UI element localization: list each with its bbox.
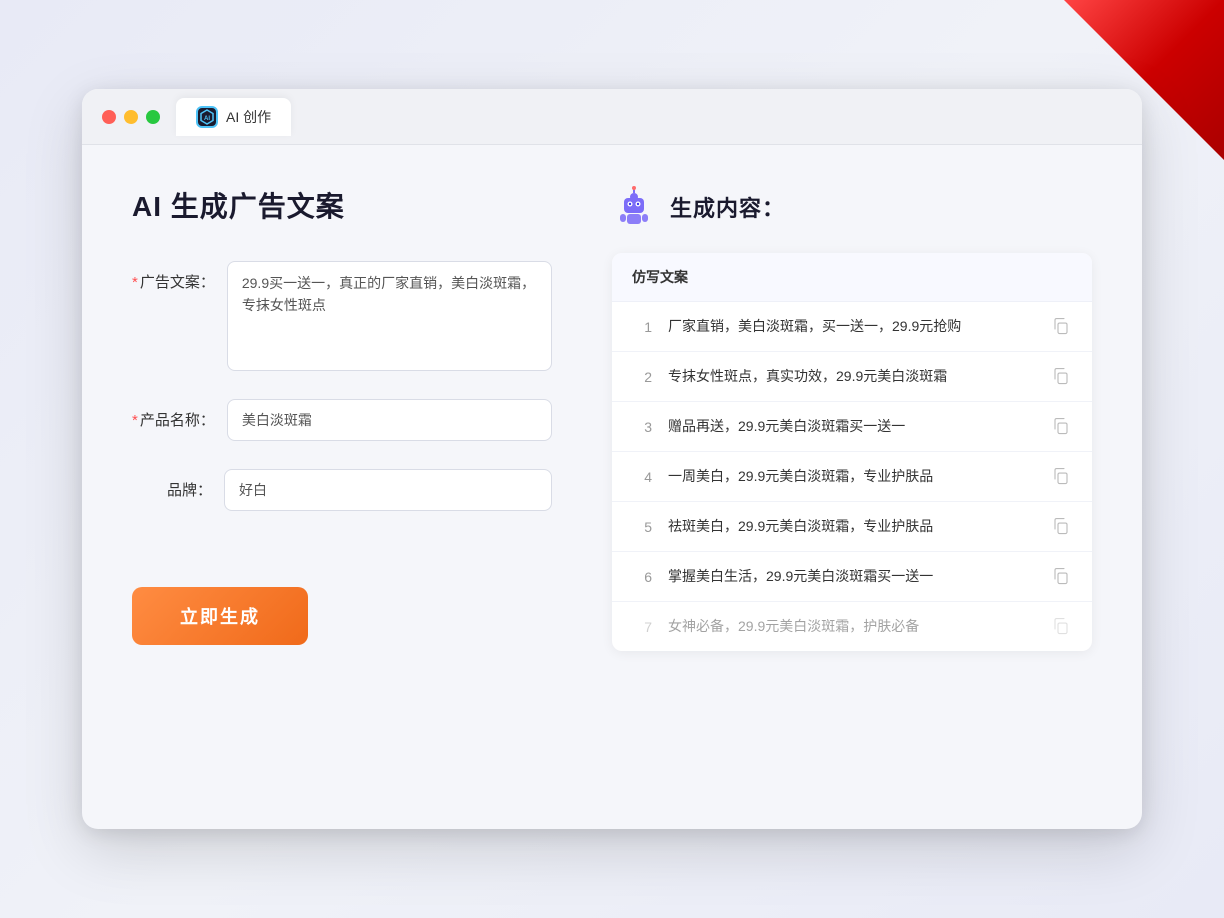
row-text: 祛斑美白，29.9元美白淡斑霜，专业护肤品 [668,516,1036,537]
row-number: 1 [632,319,652,335]
row-number: 2 [632,369,652,385]
copy-icon[interactable] [1052,617,1072,637]
results-table: 仿写文案 1 厂家直销，美白淡斑霜，买一送一，29.9元抢购 2 专抹女性斑点，真实… [612,253,1092,651]
browser-window: AI AI 创作 AI 生成广告文案 *广告文案： 29.9买一送一，真正的厂家… [82,89,1142,829]
results-container: 1 厂家直销，美白淡斑霜，买一送一，29.9元抢购 2 专抹女性斑点，真实功效，29… [612,302,1092,651]
copy-icon[interactable] [1052,467,1072,487]
browser-tab[interactable]: AI AI 创作 [176,98,291,136]
maximize-button[interactable] [146,110,160,124]
tab-ai-icon: AI [196,106,218,128]
copy-icon[interactable] [1052,317,1072,337]
brand-group: 品牌： [132,469,552,511]
tab-label: AI 创作 [226,107,271,127]
table-row: 6 掌握美白生活，29.9元美白淡斑霜买一送一 [612,552,1092,602]
row-number: 3 [632,419,652,435]
row-text: 女神必备，29.9元美白淡斑霜，护肤必备 [668,616,1036,637]
minimize-button[interactable] [124,110,138,124]
right-header: 生成内容： [612,185,1092,229]
required-star-1: * [132,274,138,291]
traffic-lights [102,110,160,124]
row-text: 专抹女性斑点，真实功效，29.9元美白淡斑霜 [668,366,1036,387]
product-name-input[interactable] [227,399,552,441]
generate-button[interactable]: 立即生成 [132,587,308,645]
row-number: 7 [632,619,652,635]
copy-icon[interactable] [1052,517,1072,537]
copy-icon[interactable] [1052,367,1072,387]
browser-chrome: AI AI 创作 [82,89,1142,145]
browser-content: AI 生成广告文案 *广告文案： 29.9买一送一，真正的厂家直销，美白淡斑霜，… [82,145,1142,829]
row-number: 5 [632,519,652,535]
row-number: 6 [632,569,652,585]
row-text: 掌握美白生活，29.9元美白淡斑霜买一送一 [668,566,1036,587]
left-panel: AI 生成广告文案 *广告文案： 29.9买一送一，真正的厂家直销，美白淡斑霜，… [132,185,552,789]
copy-icon[interactable] [1052,567,1072,587]
table-row: 1 厂家直销，美白淡斑霜，买一送一，29.9元抢购 [612,302,1092,352]
product-name-group: *产品名称： [132,399,552,441]
brand-input[interactable] [224,469,552,511]
row-text: 一周美白，29.9元美白淡斑霜，专业护肤品 [668,466,1036,487]
row-text: 厂家直销，美白淡斑霜，买一送一，29.9元抢购 [668,316,1036,337]
ad-copy-input[interactable]: 29.9买一送一，真正的厂家直销，美白淡斑霜，专抹女性斑点 [227,261,552,371]
robot-icon [612,185,656,229]
row-text: 赠品再送，29.9元美白淡斑霜买一送一 [668,416,1036,437]
row-number: 4 [632,469,652,485]
table-row: 3 赠品再送，29.9元美白淡斑霜买一送一 [612,402,1092,452]
table-row: 4 一周美白，29.9元美白淡斑霜，专业护肤品 [612,452,1092,502]
right-title: 生成内容： [670,191,785,223]
close-button[interactable] [102,110,116,124]
ad-copy-group: *广告文案： 29.9买一送一，真正的厂家直销，美白淡斑霜，专抹女性斑点 [132,261,552,371]
page-title: AI 生成广告文案 [132,185,552,225]
product-name-label: *产品名称： [132,399,215,430]
required-star-2: * [132,412,138,429]
svg-text:AI: AI [204,116,210,122]
brand-label: 品牌： [132,469,212,500]
right-panel: 生成内容： 仿写文案 1 厂家直销，美白淡斑霜，买一送一，29.9元抢购 2 专抹女… [612,185,1092,789]
table-row: 5 祛斑美白，29.9元美白淡斑霜，专业护肤品 [612,502,1092,552]
table-row: 7 女神必备，29.9元美白淡斑霜，护肤必备 [612,602,1092,651]
table-row: 2 专抹女性斑点，真实功效，29.9元美白淡斑霜 [612,352,1092,402]
ad-copy-label: *广告文案： [132,261,215,292]
results-header: 仿写文案 [612,253,1092,302]
copy-icon[interactable] [1052,417,1072,437]
